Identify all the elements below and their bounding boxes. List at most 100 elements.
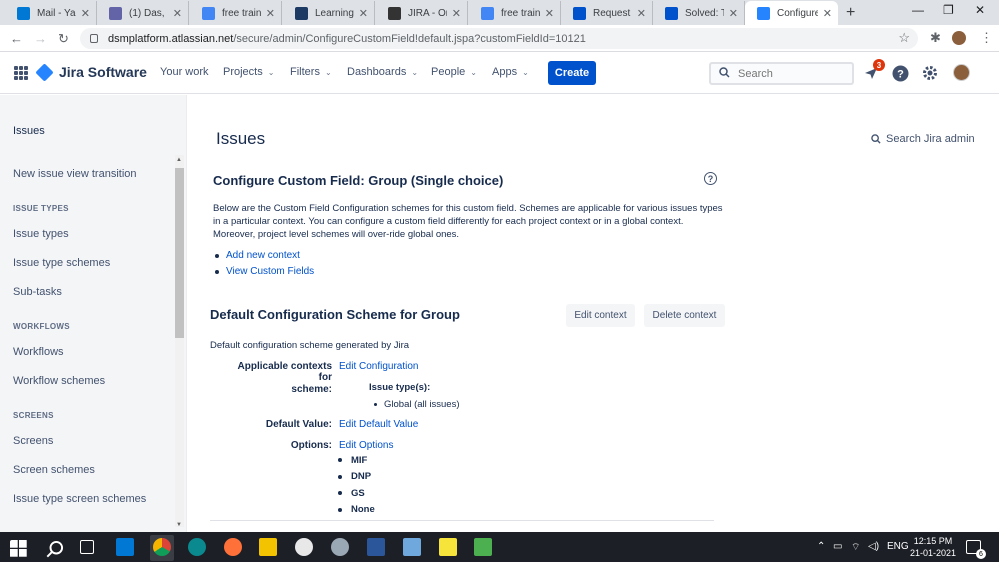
sidebar-section-heading: ISSUE TYPES — [13, 204, 69, 213]
edit-configuration-link[interactable]: Edit Configuration — [339, 361, 419, 372]
tray-chevron-icon[interactable]: ⌃ — [817, 541, 825, 552]
close-window-button[interactable]: ✕ — [975, 3, 985, 17]
app-taskbar-icon[interactable] — [331, 538, 349, 556]
browser-tab[interactable]: free training ✕ — [469, 1, 561, 25]
scroll-down-arrow-icon[interactable]: ▼ — [176, 522, 182, 528]
outlook-icon — [17, 6, 30, 20]
forward-icon[interactable]: → — [34, 31, 47, 46]
taskbar-search-icon[interactable] — [46, 540, 64, 558]
settings-gear-icon[interactable] — [921, 64, 939, 82]
browser-tab-label: JIRA - Onlin — [408, 7, 447, 19]
app-taskbar-icon[interactable] — [295, 538, 313, 556]
browser-tab[interactable]: Request Us ✕ — [561, 1, 653, 25]
back-icon[interactable]: ← — [10, 31, 23, 46]
app-taskbar-icon[interactable] — [474, 538, 492, 556]
sidebar-title[interactable]: Issues — [13, 125, 45, 137]
clock[interactable]: 12:15 PM 21-01-2021 — [910, 535, 956, 559]
delete-context-button[interactable]: Delete context — [644, 304, 725, 327]
create-button[interactable]: Create — [548, 61, 596, 85]
browser-tab-label: Mail - Yada — [37, 7, 76, 19]
nav-your-work[interactable]: Your work — [160, 66, 209, 78]
reload-icon[interactable]: ↻ — [58, 31, 69, 47]
scroll-up-arrow-icon[interactable]: ▲ — [176, 157, 182, 163]
nav-dashboards[interactable]: Dashboards ⌄ — [347, 66, 418, 78]
view-custom-fields-link[interactable]: View Custom Fields — [226, 266, 314, 277]
edit-context-button[interactable]: Edit context — [566, 304, 635, 327]
close-tab-icon[interactable]: ✕ — [359, 7, 368, 20]
extensions-icon[interactable]: ✱ — [930, 30, 941, 46]
sidebar-item-sub-tasks[interactable]: Sub-tasks — [13, 286, 62, 298]
close-tab-icon[interactable]: ✕ — [266, 7, 275, 20]
nav-label: Dashboards — [347, 66, 407, 78]
browser-tab[interactable]: (1) Das, Deb ✕ — [97, 1, 189, 25]
search-input[interactable] — [738, 67, 848, 80]
close-tab-icon[interactable]: ✕ — [452, 7, 461, 20]
windows-start-icon[interactable] — [10, 540, 28, 558]
nav-filters[interactable]: Filters ⌄ — [290, 66, 332, 78]
edge-taskbar-icon[interactable] — [188, 538, 206, 556]
close-tab-icon[interactable]: ✕ — [545, 7, 554, 20]
word-taskbar-icon[interactable] — [367, 538, 385, 556]
browser-tab[interactable]: Configure C ✕ — [745, 1, 838, 25]
search-jira-admin-link[interactable]: Search Jira admin — [871, 133, 975, 145]
sticky-notes-icon[interactable] — [439, 538, 457, 556]
browser-tab-label: Request Us — [593, 7, 632, 19]
sidebar-item-issue-types[interactable]: Issue types — [13, 228, 69, 240]
file-explorer-icon[interactable] — [259, 538, 277, 556]
sidebar-item-workflows[interactable]: Workflows — [13, 346, 64, 358]
edit-default-value-link[interactable]: Edit Default Value — [339, 419, 418, 430]
task-view-icon[interactable] — [80, 540, 94, 554]
sidebar-item-screen-schemes[interactable]: Screen schemes — [13, 464, 95, 476]
url-field[interactable]: dsmplatform.atlassian.net/secure/admin/C… — [80, 28, 918, 49]
option-item: DNP — [338, 469, 375, 486]
new-tab-button[interactable]: + — [846, 4, 855, 22]
menu-icon[interactable]: ⋮ — [980, 30, 993, 46]
close-tab-icon[interactable]: ✕ — [823, 7, 832, 20]
applicable-contexts-label: Applicable contexts for scheme: — [228, 361, 332, 395]
nav-projects[interactable]: Projects ⌄ — [223, 66, 274, 78]
app-switcher-icon[interactable] — [14, 66, 28, 80]
sidebar-item-issue-type-schemes[interactable]: Issue type schemes — [13, 257, 110, 269]
custom-field-title: Configure Custom Field: Group (Single ch… — [213, 173, 504, 188]
atlassian-icon — [573, 6, 586, 20]
volume-icon[interactable]: ◁) — [868, 541, 879, 552]
minimize-button[interactable]: — — [912, 3, 924, 17]
browser-tab[interactable]: Learning Jira ✕ — [283, 1, 375, 25]
help-icon[interactable]: ? — [891, 64, 909, 82]
jira-logo[interactable]: Jira Software — [35, 62, 147, 82]
browser-tab[interactable]: JIRA - Onlin ✕ — [376, 1, 468, 25]
firefox-taskbar-icon[interactable] — [224, 538, 242, 556]
search-box[interactable] — [709, 62, 854, 85]
browser-tab[interactable]: Mail - Yada ✕ — [5, 1, 97, 25]
user-avatar[interactable] — [953, 64, 970, 81]
profile-avatar[interactable] — [952, 31, 966, 45]
chrome-taskbar-icon[interactable] — [153, 538, 171, 556]
help-question-icon[interactable]: ? — [704, 172, 717, 185]
nav-people[interactable]: People ⌄ — [431, 66, 477, 78]
outlook-taskbar-icon[interactable] — [116, 538, 134, 556]
close-tab-icon[interactable]: ✕ — [173, 7, 182, 20]
edit-options-link[interactable]: Edit Options — [339, 440, 393, 451]
language-indicator[interactable]: ENG — [887, 541, 909, 552]
nav-apps[interactable]: Apps ⌄ — [492, 66, 529, 78]
options-label: Options: — [290, 440, 332, 451]
wifi-icon[interactable]: ⌔ — [851, 541, 860, 554]
sidebar-scrollbar-thumb[interactable] — [175, 168, 184, 338]
sidebar-item-workflow-schemes[interactable]: Workflow schemes — [13, 375, 105, 387]
app-taskbar-icon[interactable] — [403, 538, 421, 556]
main-content: Issues Search Jira admin Configure Custo… — [188, 95, 999, 532]
browser-tab[interactable]: free training ✕ — [190, 1, 282, 25]
close-tab-icon[interactable]: ✕ — [637, 7, 646, 20]
sidebar-item-issue-type-screen-schemes[interactable]: Issue type screen schemes — [13, 493, 146, 505]
close-tab-icon[interactable]: ✕ — [729, 7, 738, 20]
add-new-context-link[interactable]: Add new context — [226, 250, 300, 261]
browser-tab[interactable]: Solved: The ✕ — [653, 1, 745, 25]
close-tab-icon[interactable]: ✕ — [81, 7, 90, 20]
sidebar-item-screens[interactable]: Screens — [13, 435, 53, 447]
atlassian-icon — [665, 6, 678, 20]
tray-battery-icon[interactable]: ▭ — [833, 541, 842, 552]
sidebar-item-new-issue-view-transition[interactable]: New issue view transition — [13, 168, 137, 180]
restore-button[interactable]: ❐ — [943, 3, 954, 17]
chevron-down-icon: ⌄ — [470, 67, 477, 77]
bookmark-star-icon[interactable]: ☆ — [898, 30, 910, 46]
